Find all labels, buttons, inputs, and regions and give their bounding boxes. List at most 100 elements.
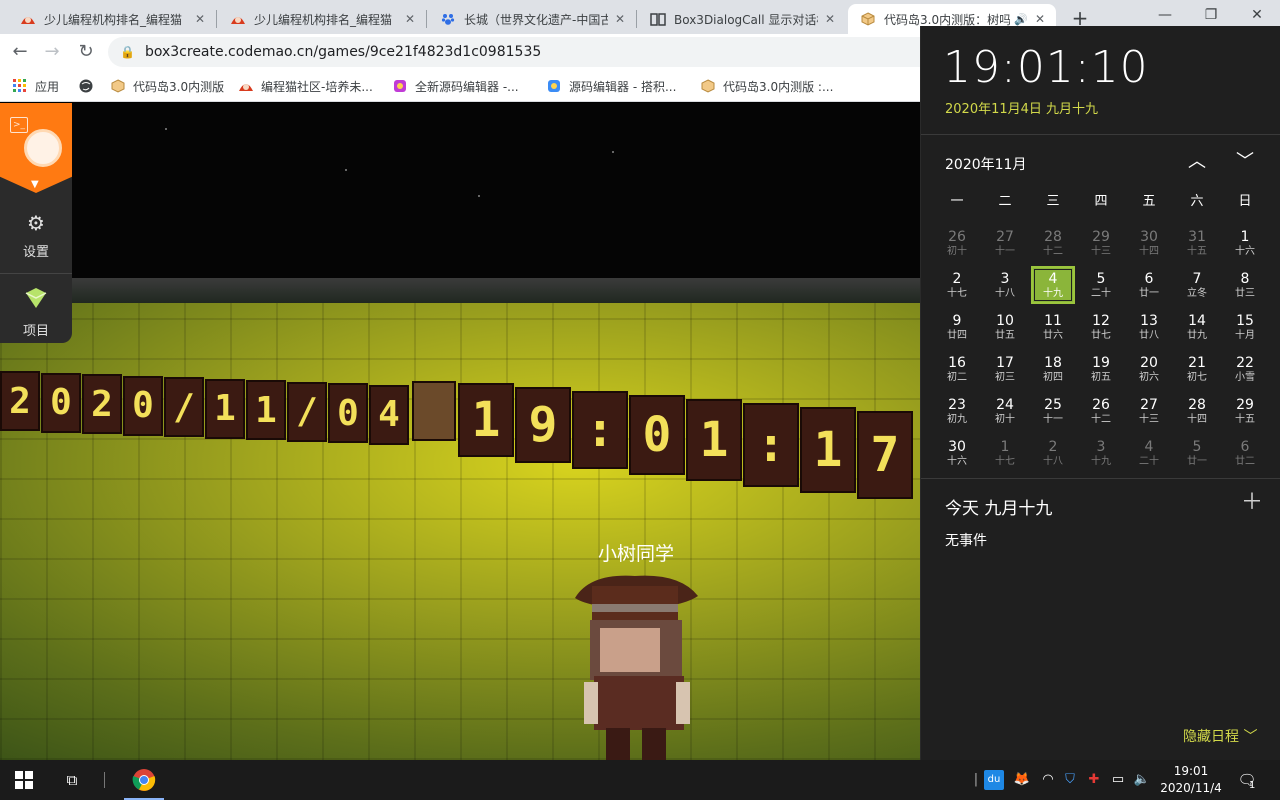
calendar-day[interactable]: 29 十三 [1077,224,1125,266]
close-tab-icon[interactable]: ✕ [1032,11,1048,27]
close-tab-icon[interactable]: ✕ [402,11,418,27]
calendar-day[interactable]: 28 十四 [1173,392,1221,434]
battery-icon[interactable]: ▭ [1108,770,1128,790]
bookmark-item[interactable]: 全新源码编辑器 -... [392,76,519,96]
bookmark-item[interactable]: 代码岛3.0内测版 :... [700,76,833,96]
calendar-grid: 一二三四五六日 26 初十 27 十一 28 十二 29 十三 30 十四 31 十五 1 十六 2 十七 3 十… [933,190,1269,476]
bookmark-item[interactable]: 编程猫社区-培养未... [238,76,373,96]
start-button[interactable] [0,760,48,800]
calendar-day[interactable]: 13 廿八 [1125,308,1173,350]
calendar-day[interactable]: 1 十六 [1221,224,1269,266]
calendar-day[interactable]: 24 初十 [981,392,1029,434]
taskbar-divider [104,772,105,788]
lunar-day: 初五 [1091,372,1111,383]
calendar-day[interactable]: 27 十三 [1125,392,1173,434]
calendar-day[interactable]: 31 十五 [1173,224,1221,266]
sidebar-item-settings[interactable]: ⚙ 设置 [0,203,72,273]
calendar-day[interactable]: 6 廿一 [1125,266,1173,308]
baidu-paw-icon [440,11,456,27]
calendar-day[interactable]: 9 廿四 [933,308,981,350]
calendar-day[interactable]: 5 廿一 [1173,434,1221,476]
chrome-taskbar-button[interactable] [120,760,168,800]
bookmark-item[interactable]: 源码编辑器 - 搭积... [546,76,676,96]
calendar-day[interactable]: 4 二十 [1125,434,1173,476]
calendar-day[interactable]: 3 十九 [1077,434,1125,476]
taskbar-clock[interactable]: 19:01 2020/11/4 [1156,763,1226,797]
calendar-day[interactable]: 3 十八 [981,266,1029,308]
back-button[interactable]: ← [8,40,32,64]
bookmark-apps[interactable]: 应用 [12,76,59,96]
browser-tab[interactable]: 少儿编程机构排名_编程猫 ✕ [8,4,216,34]
lunar-day: 初七 [1187,372,1207,383]
calendar-day[interactable]: 25 十一 [1029,392,1077,434]
calendar-day[interactable]: 30 十四 [1125,224,1173,266]
calendar-day[interactable]: 26 十二 [1077,392,1125,434]
browser-tab[interactable]: 长城（世界文化遗产-中国古 ✕ [428,4,636,34]
lunar-day: 廿五 [995,330,1015,341]
bookmark-globe[interactable] [78,76,101,96]
calendar-day[interactable]: 21 初七 [1173,350,1221,392]
calendar-day[interactable]: 26 初十 [933,224,981,266]
day-number: 26 [1092,397,1110,413]
calendar-day[interactable]: 5 二十 [1077,266,1125,308]
baidu-du-icon[interactable]: du [984,770,1004,790]
lunar-day: 十七 [947,288,967,299]
chevron-down-icon[interactable]: ▼ [31,179,39,190]
calendar-day[interactable]: 19 初五 [1077,350,1125,392]
lock-icon[interactable]: 🔒 [120,45,135,59]
browser-tab[interactable]: 少儿编程机构排名_编程猫 ✕ [218,4,426,34]
star [612,151,614,153]
calendar-day[interactable]: 16 初二 [933,350,981,392]
close-tab-icon[interactable]: ✕ [192,11,208,27]
volume-icon[interactable]: 🔈 [1132,770,1152,790]
codemao-logo[interactable]: >_ ▼ [0,103,72,193]
calendar-day[interactable]: 17 初三 [981,350,1029,392]
calendar-day[interactable]: 15 十月 [1221,308,1269,350]
shield-icon[interactable]: ⛉ [1060,770,1080,790]
calendar-day[interactable]: 2 十八 [1029,434,1077,476]
run-badge-icon: >_ [10,117,28,133]
day-number: 1 [1240,229,1250,245]
close-tab-icon[interactable]: ✕ [612,11,628,27]
tab-title: 少儿编程机构排名_编程猫 [254,12,393,27]
calendar-day[interactable]: 7 立冬 [1173,266,1221,308]
notification-center-button[interactable]: 🗨 1 [1232,766,1262,794]
calendar-day[interactable]: 8 廿三 [1221,266,1269,308]
calendar-day[interactable]: 28 十二 [1029,224,1077,266]
calendar-day-today[interactable]: 4 十九 [1029,266,1077,308]
calendar-day[interactable]: 11 廿六 [1029,308,1077,350]
calendar-day[interactable]: 18 初四 [1029,350,1077,392]
calendar-day[interactable]: 27 十一 [981,224,1029,266]
calendar-day[interactable]: 23 初九 [933,392,981,434]
calendar-month-title[interactable]: 2020年11月 [945,154,1026,174]
reload-button[interactable]: ↻ [74,40,98,64]
task-view-button[interactable]: ⧉ [48,760,96,800]
sidebar-item-project[interactable]: 项目 [0,279,72,349]
bookmark-item[interactable]: 代码岛3.0内测版 [110,76,224,96]
calendar-day[interactable]: 12 廿七 [1077,308,1125,350]
calendar-day[interactable]: 22 小雪 [1221,350,1269,392]
fox-icon[interactable]: 🦊 [1012,770,1032,790]
close-tab-icon[interactable]: ✕ [822,11,838,27]
flyout-date-link[interactable]: 2020年11月4日 九月十九 [945,98,1098,117]
weekday-header: 一二三四五六日 [933,190,1269,214]
wifi-icon[interactable]: ◠ [1038,770,1058,790]
calendar-day[interactable]: 6 廿二 [1221,434,1269,476]
add-event-button[interactable]: ＋ [1239,490,1265,516]
calendar-day[interactable]: 30 十六 [933,434,981,476]
hide-agenda-button[interactable]: 隐藏日程 ﹀ [1183,726,1257,746]
calendar-day[interactable]: 10 廿五 [981,308,1029,350]
chevron-up-icon[interactable]: ︿ [1183,148,1211,176]
security-icon[interactable]: ✚ [1084,770,1104,790]
calendar-day[interactable]: 2 十七 [933,266,981,308]
calendar-day[interactable]: 20 初六 [1125,350,1173,392]
browser-tab[interactable]: Box3DialogCall 显示对话框 ✕ [638,4,846,34]
calendar-day[interactable]: 1 十七 [981,434,1029,476]
calendar-day[interactable]: 29 十五 [1221,392,1269,434]
lunar-day: 十四 [1139,246,1159,257]
speaker-icon[interactable]: 🔊 [1014,13,1028,26]
address-bar[interactable]: 🔒 box3create.codemao.cn/games/9ce21f4823… [108,37,1008,67]
forward-button[interactable]: → [40,40,64,64]
chevron-down-icon[interactable]: ﹀ [1231,148,1259,176]
calendar-day[interactable]: 14 廿九 [1173,308,1221,350]
